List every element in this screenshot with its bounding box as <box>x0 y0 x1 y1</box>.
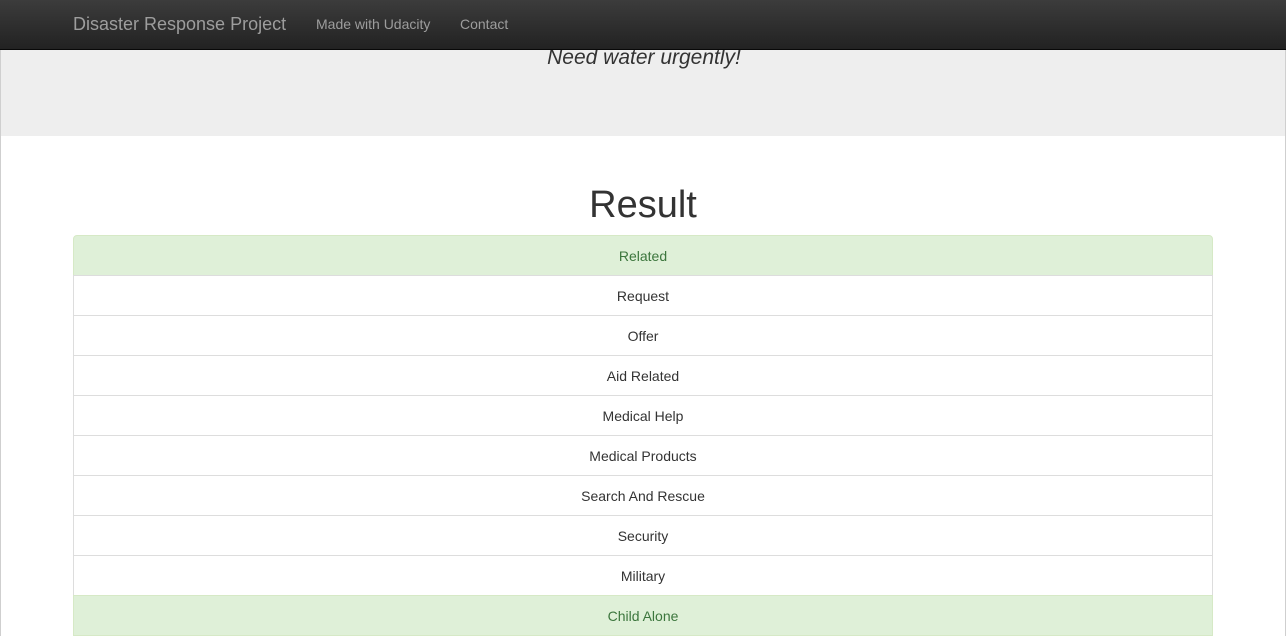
navbar-brand[interactable]: Disaster Response Project <box>73 0 286 50</box>
nav-link-made-with-udacity[interactable]: Made with Udacity <box>316 0 430 50</box>
category-item: Medical Help <box>73 395 1213 436</box>
category-item: Request <box>73 275 1213 316</box>
result-heading: Result <box>589 184 697 226</box>
category-item: Related <box>73 235 1213 276</box>
category-item: Search And Rescue <box>73 475 1213 516</box>
category-item: Aid Related <box>73 355 1213 396</box>
category-item: Medical Products <box>73 435 1213 476</box>
category-item: Offer <box>73 315 1213 356</box>
jumbotron: Need water urgently! <box>1 46 1285 136</box>
nav-link-contact[interactable]: Contact <box>460 0 508 50</box>
top-navbar: Disaster Response Project Made with Udac… <box>0 0 1286 50</box>
category-item: Security <box>73 515 1213 556</box>
category-list: Related Request Offer Aid Related Medical He… <box>73 235 1213 636</box>
page-edge-left <box>0 50 1 636</box>
category-item: Child Alone <box>73 595 1213 636</box>
category-item: Military <box>73 555 1213 596</box>
